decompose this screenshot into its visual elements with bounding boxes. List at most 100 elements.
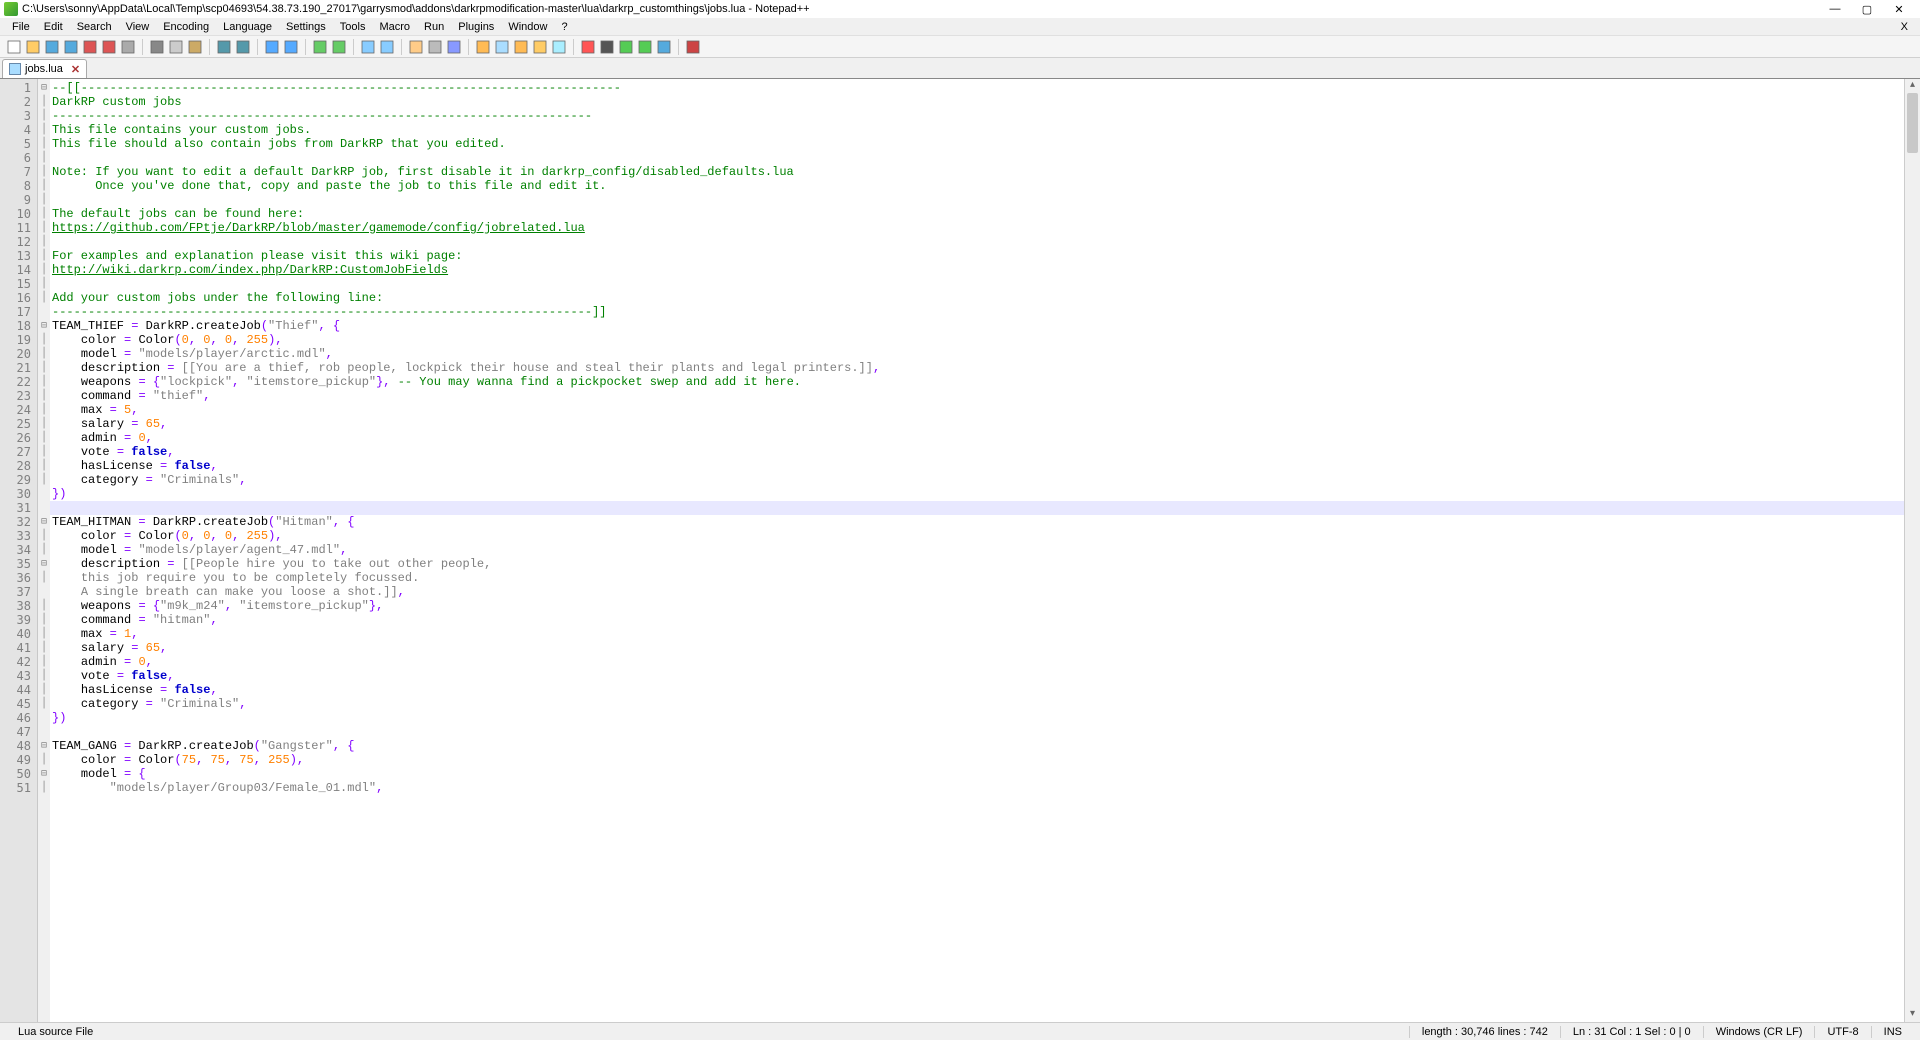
fold-marker[interactable]: ⊟	[38, 739, 50, 753]
code-line[interactable]: This file should also contain jobs from …	[50, 137, 1904, 151]
code-line[interactable]: salary = 65,	[50, 417, 1904, 431]
maximize-button[interactable]: ▢	[1858, 3, 1876, 16]
fold-marker[interactable]: │	[38, 641, 50, 655]
code-line[interactable]: salary = 65,	[50, 641, 1904, 655]
code-line[interactable]: weapons = {"m9k_m24", "itemstore_pickup"…	[50, 599, 1904, 613]
fold-marker[interactable]: │	[38, 417, 50, 431]
scroll-thumb[interactable]	[1907, 93, 1918, 153]
code-line[interactable]: category = "Criminals",	[50, 697, 1904, 711]
code-line[interactable]: ----------------------------------------…	[50, 109, 1904, 123]
fold-marker[interactable]: │	[38, 361, 50, 375]
code-line[interactable]: weapons = {"lockpick", "itemstore_pickup…	[50, 375, 1904, 389]
fold-marker[interactable]: │	[38, 95, 50, 109]
show-all-icon[interactable]	[427, 39, 443, 55]
menu-file[interactable]: File	[6, 20, 36, 34]
code-line[interactable]: This file contains your custom jobs.	[50, 123, 1904, 137]
monitor-icon[interactable]	[551, 39, 567, 55]
code-area[interactable]: --[[------------------------------------…	[50, 79, 1904, 1022]
folder-icon[interactable]	[532, 39, 548, 55]
stop-icon[interactable]	[599, 39, 615, 55]
menu-macro[interactable]: Macro	[373, 20, 416, 34]
vertical-scrollbar[interactable]: ▴ ▾	[1904, 79, 1920, 1022]
scroll-down-icon[interactable]: ▾	[1905, 1008, 1920, 1022]
code-line[interactable]: category = "Criminals",	[50, 473, 1904, 487]
code-line[interactable]: model = "models/player/agent_47.mdl",	[50, 543, 1904, 557]
tab-close-icon[interactable]: ✕	[71, 63, 80, 76]
fold-marker[interactable]: │	[38, 571, 50, 585]
lang-icon[interactable]	[475, 39, 491, 55]
fold-marker[interactable]	[38, 585, 50, 599]
fold-marker[interactable]: ⊟	[38, 81, 50, 95]
code-line[interactable]: https://github.com/FPtje/DarkRP/blob/mas…	[50, 221, 1904, 235]
fold-marker[interactable]: │	[38, 697, 50, 711]
fold-marker[interactable]: │	[38, 137, 50, 151]
fold-marker[interactable]: │	[38, 613, 50, 627]
code-line[interactable]: Add your custom jobs under the following…	[50, 291, 1904, 305]
indent-guide-icon[interactable]	[446, 39, 462, 55]
fold-marker[interactable]: │	[38, 445, 50, 459]
code-line[interactable]: color = Color(75, 75, 75, 255),	[50, 753, 1904, 767]
fold-marker[interactable]: │	[38, 431, 50, 445]
code-line[interactable]: TEAM_THIEF = DarkRP.createJob("Thief", {	[50, 319, 1904, 333]
fold-marker[interactable]: │	[38, 165, 50, 179]
code-line[interactable]	[50, 235, 1904, 249]
fold-marker[interactable]: │	[38, 249, 50, 263]
fold-marker[interactable]	[38, 501, 50, 515]
fold-marker[interactable]: │	[38, 669, 50, 683]
code-line[interactable]: this job require you to be completely fo…	[50, 571, 1904, 585]
fold-marker[interactable]	[38, 725, 50, 739]
fold-marker[interactable]: │	[38, 263, 50, 277]
code-line[interactable]: http://wiki.darkrp.com/index.php/DarkRP:…	[50, 263, 1904, 277]
code-line[interactable]: model = "models/player/arctic.mdl",	[50, 347, 1904, 361]
play-icon[interactable]	[618, 39, 634, 55]
save-macro-icon[interactable]	[656, 39, 672, 55]
copy-icon[interactable]	[168, 39, 184, 55]
wrap-icon[interactable]	[408, 39, 424, 55]
play-mult-icon[interactable]	[637, 39, 653, 55]
fold-marker[interactable]: │	[38, 179, 50, 193]
menu-tools[interactable]: Tools	[334, 20, 372, 34]
fold-marker[interactable]: │	[38, 781, 50, 795]
code-line[interactable]: max = 5,	[50, 403, 1904, 417]
code-line[interactable]: admin = 0,	[50, 655, 1904, 669]
fold-marker[interactable]: │	[38, 403, 50, 417]
spell-icon[interactable]	[685, 39, 701, 55]
sync-v-icon[interactable]	[360, 39, 376, 55]
fold-marker[interactable]: │	[38, 459, 50, 473]
code-line[interactable]: DarkRP custom jobs	[50, 95, 1904, 109]
code-line[interactable]: command = "hitman",	[50, 613, 1904, 627]
fold-marker[interactable]: │	[38, 389, 50, 403]
save-all-icon[interactable]	[63, 39, 79, 55]
code-line[interactable]: TEAM_HITMAN = DarkRP.createJob("Hitman",…	[50, 515, 1904, 529]
code-line[interactable]: The default jobs can be found here:	[50, 207, 1904, 221]
code-line[interactable]: description = [[You are a thief, rob peo…	[50, 361, 1904, 375]
code-line[interactable]	[50, 151, 1904, 165]
fold-marker[interactable]: │	[38, 109, 50, 123]
save-icon[interactable]	[44, 39, 60, 55]
fold-marker[interactable]: │	[38, 347, 50, 361]
code-line[interactable]: --[[------------------------------------…	[50, 81, 1904, 95]
fold-marker[interactable]	[38, 487, 50, 501]
menu-?[interactable]: ?	[555, 20, 573, 34]
fold-column[interactable]: ⊟│││││││││││││││⊟│││││││││││⊟││⊟││││││││…	[38, 79, 50, 1022]
print-icon[interactable]	[120, 39, 136, 55]
record-icon[interactable]	[580, 39, 596, 55]
code-line[interactable]: color = Color(0, 0, 0, 255),	[50, 529, 1904, 543]
open-file-icon[interactable]	[25, 39, 41, 55]
menu-plugins[interactable]: Plugins	[452, 20, 500, 34]
menu-edit[interactable]: Edit	[38, 20, 69, 34]
code-line[interactable]: admin = 0,	[50, 431, 1904, 445]
code-line[interactable]: vote = false,	[50, 669, 1904, 683]
new-file-icon[interactable]	[6, 39, 22, 55]
fold-marker[interactable]: │	[38, 123, 50, 137]
fold-marker[interactable]: │	[38, 543, 50, 557]
fold-marker[interactable]: │	[38, 333, 50, 347]
fold-marker[interactable]: │	[38, 193, 50, 207]
fold-marker[interactable]: ⊟	[38, 319, 50, 333]
fold-marker[interactable]: │	[38, 473, 50, 487]
file-tab[interactable]: jobs.lua ✕	[2, 59, 87, 78]
menu-view[interactable]: View	[120, 20, 156, 34]
fold-marker[interactable]: │	[38, 753, 50, 767]
fold-marker[interactable]: │	[38, 277, 50, 291]
code-line[interactable]: Note: If you want to edit a default Dark…	[50, 165, 1904, 179]
